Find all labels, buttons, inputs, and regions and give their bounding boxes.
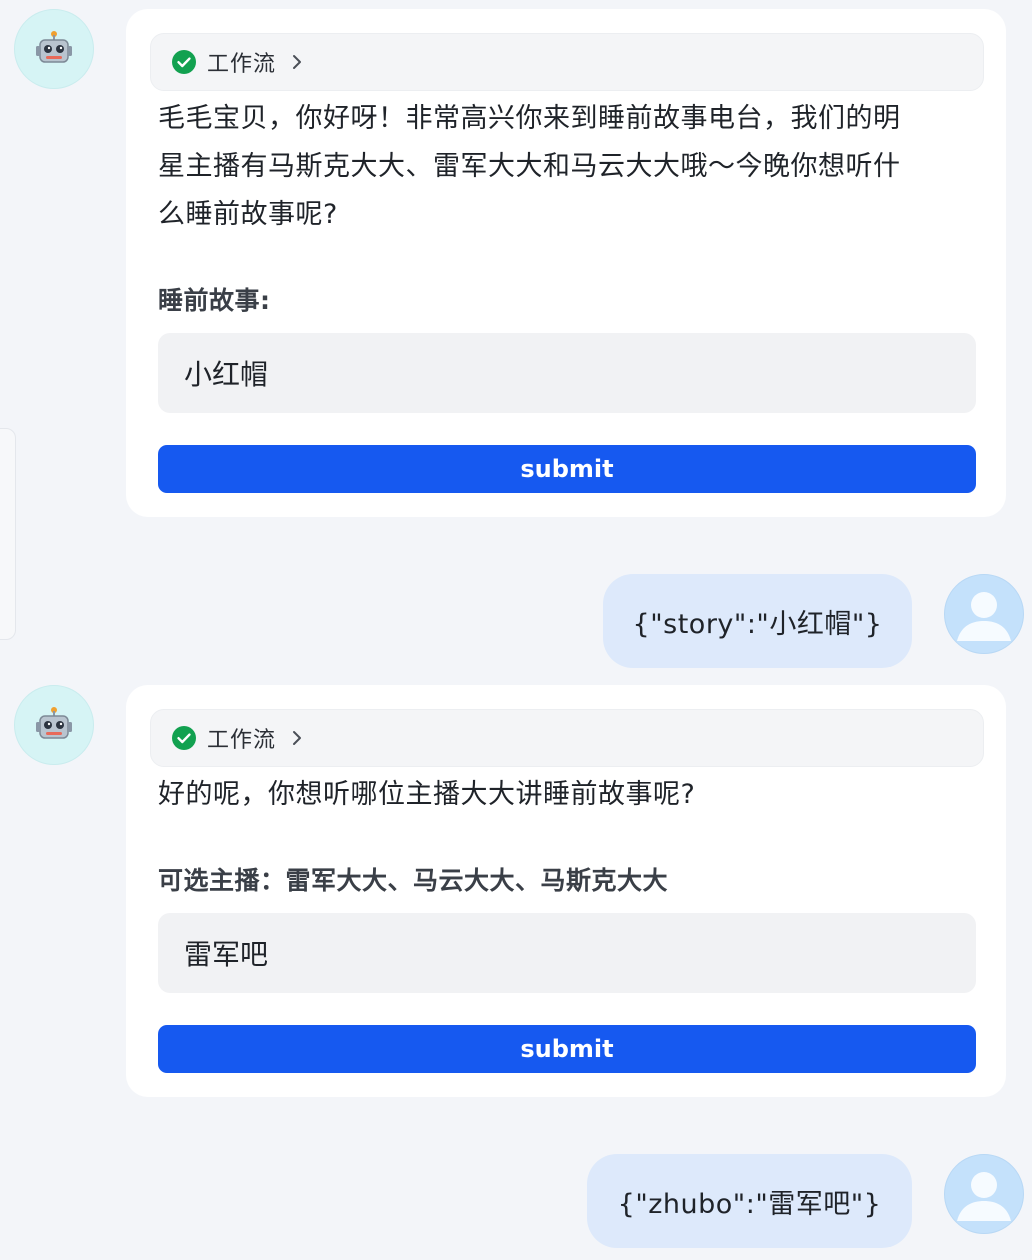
chevron-right-icon[interactable] xyxy=(290,728,304,748)
bot-message-text: 毛毛宝贝，你好呀！非常高兴你来到睡前故事电台，我们的明 星主播有马斯克大大、雷军… xyxy=(158,95,976,239)
user-icon xyxy=(957,1172,1011,1221)
side-panel-edge xyxy=(0,428,16,640)
story-input[interactable]: 小红帽 xyxy=(158,333,976,413)
workflow-label: 工作流 xyxy=(207,52,277,77)
text-line: 么睡前故事呢? xyxy=(158,199,338,230)
robot-icon xyxy=(36,707,72,739)
user-message: {"zhubo":"雷军吧"} xyxy=(587,1154,912,1248)
user-avatar xyxy=(944,1154,1024,1234)
chevron-right-icon[interactable] xyxy=(290,52,304,72)
submit-button[interactable]: submit xyxy=(158,445,976,493)
anchor-input-value: 雷军吧 xyxy=(184,938,269,971)
user-avatar xyxy=(944,574,1024,654)
user-message: {"story":"小红帽"} xyxy=(603,574,912,668)
anchor-input[interactable]: 雷军吧 xyxy=(158,913,976,993)
submit-button[interactable]: submit xyxy=(158,1025,976,1073)
bot-message-text: 好的呢，你想听哪位主播大大讲睡前故事呢? xyxy=(158,771,976,819)
anchor-field-label: 可选主播：雷军大大、马云大大、马斯克大大 xyxy=(158,866,669,895)
text-line: 好的呢，你想听哪位主播大大讲睡前故事呢? xyxy=(158,779,696,810)
bot-message: 工作流 毛毛宝贝，你好呀！非常高兴你来到睡前故事电台，我们的明 星主播有马斯克大… xyxy=(126,9,1006,517)
check-circle-icon xyxy=(172,726,196,750)
text-line: 毛毛宝贝，你好呀！非常高兴你来到睡前故事电台，我们的明 xyxy=(158,103,901,134)
story-input-value: 小红帽 xyxy=(184,358,269,391)
workflow-status-bar[interactable]: 工作流 xyxy=(150,33,984,91)
bot-avatar xyxy=(14,9,94,89)
bot-avatar xyxy=(14,685,94,765)
robot-icon xyxy=(36,31,72,63)
workflow-label: 工作流 xyxy=(207,728,277,753)
user-icon xyxy=(957,592,1011,641)
check-circle-icon xyxy=(172,50,196,74)
bot-message: 工作流 好的呢，你想听哪位主播大大讲睡前故事呢? 可选主播：雷军大大、马云大大、… xyxy=(126,685,1006,1097)
workflow-status-bar[interactable]: 工作流 xyxy=(150,709,984,767)
user-message-text: {"zhubo":"雷军吧"} xyxy=(617,1188,882,1220)
text-line: 星主播有马斯克大大、雷军大大和马云大大哦～今晚你想听什 xyxy=(158,151,901,182)
user-message-text: {"story":"小红帽"} xyxy=(632,608,883,640)
story-field-label: 睡前故事: xyxy=(158,286,271,315)
